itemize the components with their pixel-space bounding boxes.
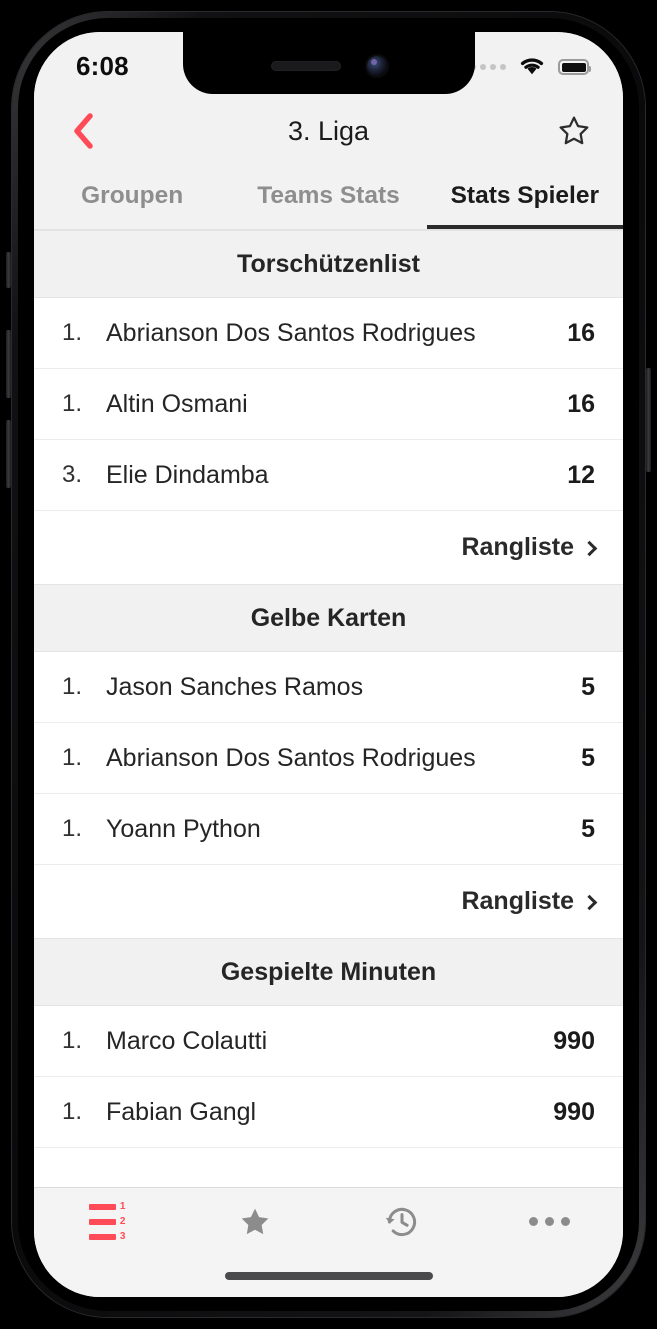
home-indicator-area — [34, 1255, 623, 1297]
ranking-number-2: 2 — [119, 1215, 126, 1227]
row-value: 12 — [567, 460, 595, 489]
tabbar-item-history[interactable] — [329, 1188, 476, 1255]
star-outline-icon — [559, 116, 589, 145]
row-rank: 1. — [62, 1027, 83, 1054]
status-bar-indicators — [470, 46, 591, 81]
row-rank: 1. — [62, 1098, 83, 1125]
ranking-list-icon: 1 2 3 — [88, 1200, 127, 1242]
screenshot-stage: 6:08 3. Liga Groupen Teams Stats Stats S… — [0, 0, 657, 1329]
earpiece-speaker — [270, 61, 341, 71]
rangliste-label: Rangliste — [461, 533, 574, 561]
tabbar-item-ranking[interactable]: 1 2 3 — [34, 1188, 181, 1255]
table-row[interactable]: 1. Abrianson Dos Santos Rodrigues 5 — [34, 723, 623, 794]
row-rank: 1. — [62, 673, 83, 700]
ranking-number-3: 3 — [119, 1230, 126, 1242]
row-value: 5 — [581, 672, 595, 701]
row-rank: 1. — [62, 815, 83, 842]
stats-list[interactable]: Torschützenlist 1. Abrianson Dos Santos … — [34, 230, 623, 1187]
rangliste-label: Rangliste — [461, 887, 574, 915]
row-value: 5 — [581, 814, 595, 843]
row-rank: 1. — [62, 319, 83, 346]
table-row[interactable]: 1. Abrianson Dos Santos Rodrigues 16 — [34, 298, 623, 369]
tabbar-item-more[interactable] — [476, 1188, 623, 1255]
tab-stats-spieler[interactable]: Stats Spieler — [426, 168, 623, 229]
history-clock-icon — [385, 1207, 417, 1236]
ranking-number-1: 1 — [119, 1200, 126, 1212]
volume-up-button[interactable] — [6, 330, 11, 398]
table-row[interactable]: 3. Elie Dindamba 12 — [34, 440, 623, 511]
row-player-name: Abrianson Dos Santos Rodrigues — [106, 318, 476, 347]
wifi-icon — [517, 54, 547, 81]
ellipsis-more-icon — [528, 1217, 570, 1226]
signal-dots-icon — [470, 64, 506, 70]
row-value: 990 — [553, 1097, 595, 1126]
page-title: 3. Liga — [287, 115, 370, 146]
chevron-right-icon — [581, 540, 598, 557]
table-row[interactable]: 1. Altin Osmani 16 — [34, 369, 623, 440]
notch — [182, 32, 475, 94]
chevron-right-icon — [581, 894, 598, 911]
segment-tabs: Groupen Teams Stats Stats Spieler — [34, 168, 623, 230]
phone-screen: 6:08 3. Liga Groupen Teams Stats Stats S… — [34, 32, 623, 1297]
table-row[interactable]: 1. Jason Sanches Ramos 5 — [34, 652, 623, 723]
row-rank: 1. — [62, 744, 83, 771]
row-player-name: Yoann Python — [106, 814, 261, 843]
volume-down-button[interactable] — [6, 420, 11, 488]
back-button[interactable] — [60, 108, 106, 154]
favorite-button[interactable] — [551, 108, 597, 154]
rangliste-link-torschuetzenlist[interactable]: Rangliste — [34, 511, 623, 584]
row-value: 16 — [567, 389, 595, 418]
mute-switch[interactable] — [6, 252, 11, 288]
table-row[interactable]: 1. Fabian Gangl 990 — [34, 1077, 623, 1148]
front-camera-icon — [366, 56, 387, 76]
row-player-name: Jason Sanches Ramos — [106, 672, 364, 701]
row-player-name: Abrianson Dos Santos Rodrigues — [106, 743, 476, 772]
row-value: 16 — [567, 318, 595, 347]
section-header-torschuetzenlist: Torschützenlist — [34, 230, 623, 298]
row-rank: 3. — [62, 461, 83, 488]
row-value: 990 — [553, 1026, 595, 1055]
row-player-name: Fabian Gangl — [106, 1097, 257, 1126]
status-bar-time: 6:08 — [76, 50, 129, 81]
star-filled-icon — [241, 1208, 269, 1234]
tab-groupen[interactable]: Groupen — [34, 168, 230, 229]
section-header-gespielte-minuten: Gespielte Minuten — [34, 938, 623, 1006]
home-indicator[interactable] — [224, 1272, 433, 1280]
row-value: 5 — [581, 743, 595, 772]
bottom-tab-bar: 1 2 3 — [34, 1187, 623, 1255]
table-row[interactable]: 1. Yoann Python 5 — [34, 794, 623, 865]
navigation-bar: 3. Liga — [34, 94, 623, 168]
tab-teams-stats[interactable]: Teams Stats — [230, 168, 426, 229]
tabbar-item-favorites[interactable] — [181, 1188, 328, 1255]
chevron-left-icon — [74, 113, 93, 149]
battery-full-icon — [558, 59, 591, 75]
row-player-name: Elie Dindamba — [106, 460, 269, 489]
row-player-name: Altin Osmani — [106, 389, 248, 418]
section-header-gelbe-karten: Gelbe Karten — [34, 584, 623, 652]
row-rank: 1. — [62, 390, 83, 417]
rangliste-link-gelbe-karten[interactable]: Rangliste — [34, 865, 623, 938]
power-button[interactable] — [646, 368, 651, 472]
table-row[interactable]: 1. Marco Colautti 990 — [34, 1006, 623, 1077]
row-player-name: Marco Colautti — [106, 1026, 268, 1055]
